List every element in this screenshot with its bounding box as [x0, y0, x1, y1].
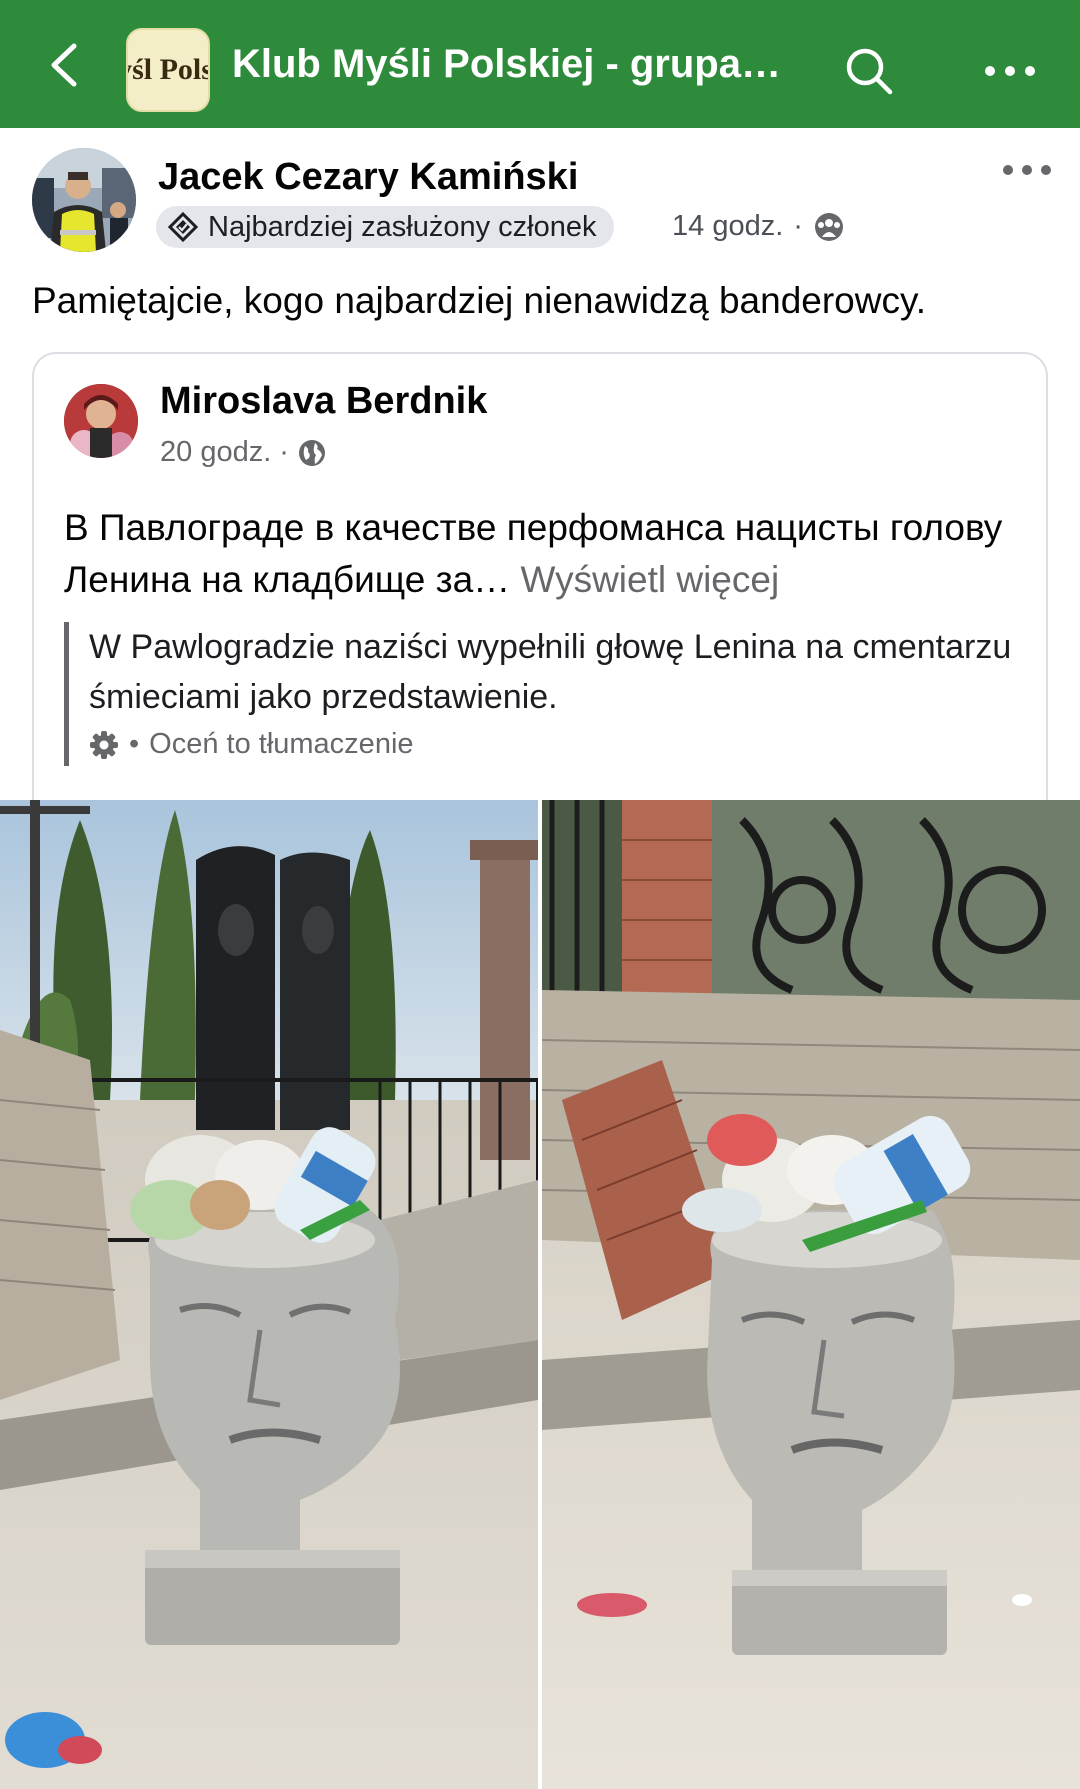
- search-button[interactable]: [844, 46, 894, 96]
- gear-icon[interactable]: [89, 730, 119, 760]
- more-icon: [985, 66, 1035, 76]
- more-icon: [1003, 165, 1051, 175]
- shared-meta: 20 godz. ·: [160, 436, 327, 469]
- author-name[interactable]: Jacek Cezary Kamiński: [158, 156, 578, 199]
- shared-meta-separator: ·: [279, 436, 289, 468]
- shared-post-text: В Павлограде в качестве перфоманса нацис…: [64, 502, 1024, 606]
- author-avatar[interactable]: [32, 148, 136, 252]
- author-avatar-image: [32, 148, 136, 252]
- badge-label: Najbardziej zasłużony członek: [208, 210, 597, 243]
- back-arrow-icon: [51, 43, 77, 87]
- translation-footer: • Oceń to tłumaczenie: [89, 728, 1024, 761]
- post-photos[interactable]: [0, 800, 1080, 1789]
- rate-translation-link[interactable]: Oceń to tłumaczenie: [149, 728, 413, 761]
- group-logo-text: yśl Pols: [128, 53, 210, 86]
- translation-separator: •: [129, 728, 140, 760]
- translation-text: W Pawlogradzie naziści wypełnili głowę L…: [89, 628, 1012, 716]
- globe-icon: [298, 439, 325, 466]
- group-audience-icon: [814, 212, 843, 241]
- back-button[interactable]: [44, 42, 84, 88]
- group-logo[interactable]: yśl Pols: [126, 28, 210, 112]
- badge-icon: [168, 212, 198, 242]
- shared-post-card[interactable]: Miroslava Berdnik 20 godz. · В Павлоград…: [32, 352, 1048, 812]
- group-title[interactable]: Klub Myśli Polskiej - grupa…: [232, 42, 802, 87]
- post-text: Pamiętajcie, kogo najbardziej nienawidzą…: [32, 280, 926, 321]
- shared-author-name[interactable]: Miroslava Berdnik: [160, 380, 487, 423]
- more-options-button[interactable]: [984, 58, 1036, 84]
- post-time[interactable]: 14 godz.: [672, 210, 783, 243]
- member-badge[interactable]: Najbardziej zasłużony członek: [156, 206, 615, 248]
- cemetery-photo-right: [542, 800, 1080, 1789]
- cemetery-photo-left: [0, 800, 538, 1789]
- post-meta: 14 godz. ·: [672, 210, 845, 243]
- see-more-link[interactable]: Wyświetl więcej: [520, 559, 779, 600]
- shared-author-avatar[interactable]: [64, 384, 138, 458]
- translation-block: W Pawlogradzie naziści wypełnili głowę L…: [64, 622, 1024, 766]
- photo-left[interactable]: [0, 800, 538, 1789]
- meta-separator: ·: [793, 210, 803, 242]
- photo-right[interactable]: [542, 800, 1080, 1789]
- shared-avatar-image: [64, 384, 138, 458]
- search-icon: [846, 48, 893, 95]
- post-options-button[interactable]: [1002, 160, 1052, 180]
- group-header-bar: yśl Pols Klub Myśli Polskiej - grupa…: [0, 0, 1080, 128]
- shared-time[interactable]: 20 godz.: [160, 436, 271, 469]
